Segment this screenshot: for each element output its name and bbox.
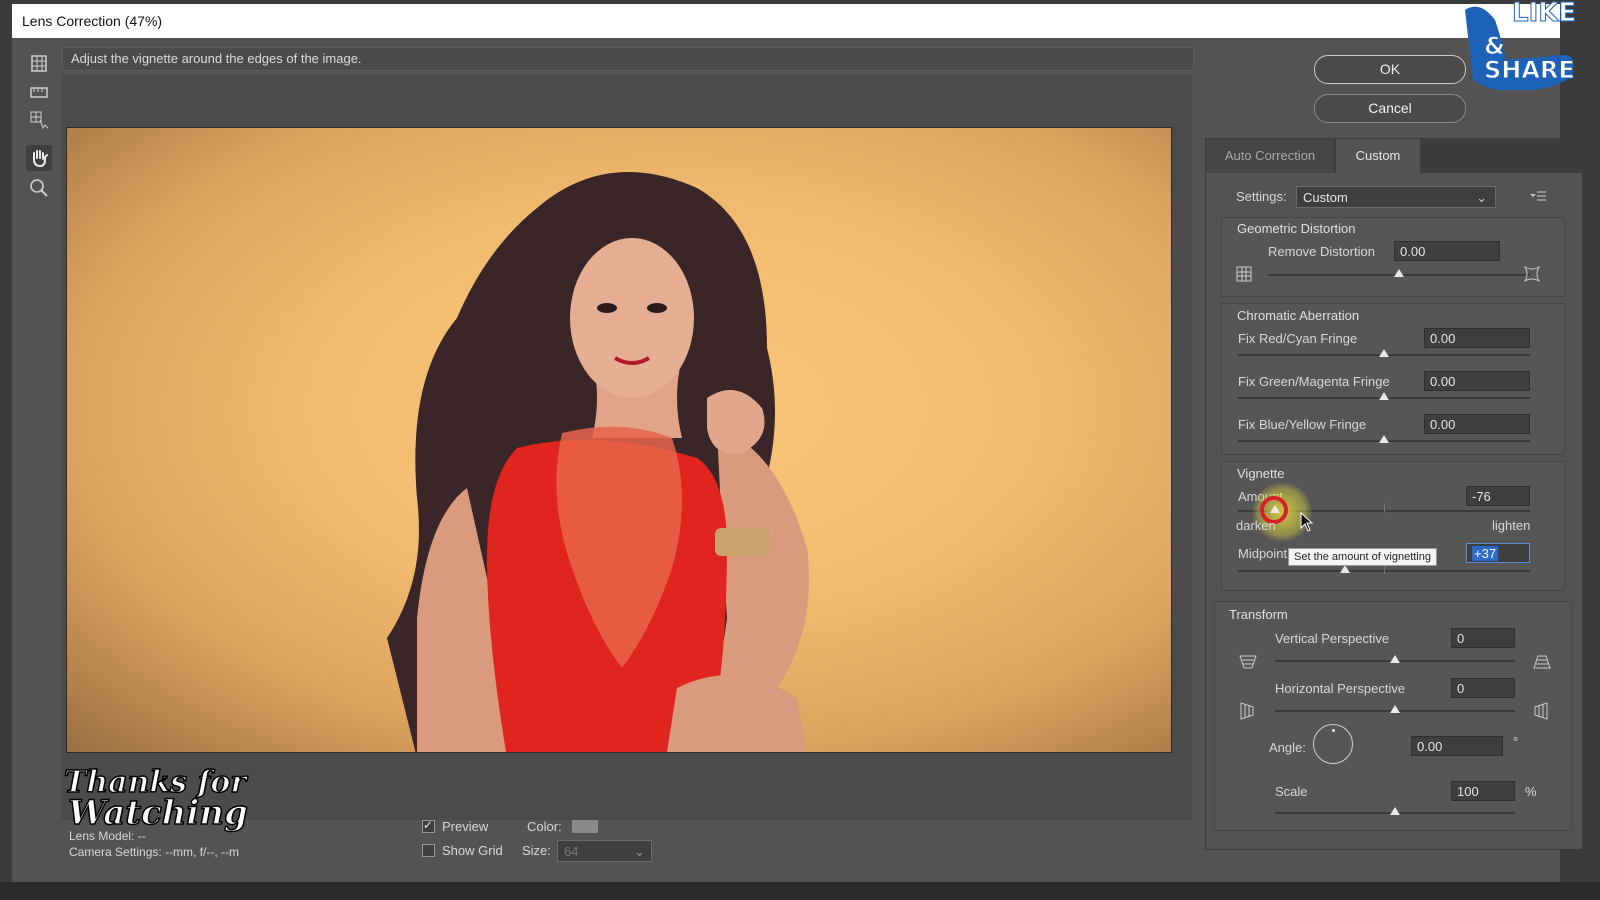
vignette-title: Vignette [1237, 466, 1285, 481]
chromatic-aberration-title: Chromatic Aberration [1237, 308, 1360, 323]
show-grid-label: Show Grid [442, 843, 503, 858]
tab-auto-correction[interactable]: Auto Correction [1206, 139, 1334, 173]
remove-distortion-icon[interactable] [26, 51, 52, 77]
horizontal-perspective-label: Horizontal Perspective [1275, 681, 1406, 696]
hand-icon[interactable] [26, 145, 52, 171]
show-grid-checkbox[interactable] [422, 844, 435, 857]
grid-size-label: Size: [522, 843, 551, 858]
pincushion-icon [1236, 266, 1252, 282]
remove-distortion-thumb[interactable] [1394, 269, 1404, 277]
settings-menu-icon[interactable] [1528, 188, 1548, 204]
barrel-icon [1523, 265, 1541, 283]
mouse-pointer-icon [1300, 511, 1314, 532]
angle-field[interactable]: 0.00 [1411, 736, 1503, 756]
grid-color-label: Color: [527, 819, 562, 834]
like-text: LIKE [1511, 0, 1577, 28]
tool-palette [20, 45, 58, 865]
horizontal-perspective-right-icon [1533, 702, 1549, 720]
status-strip [0, 882, 1600, 900]
vignette-group: Vignette Amount -76 darken lighten Midpo… [1221, 461, 1565, 591]
remove-distortion-label: Remove Distortion [1268, 244, 1375, 259]
fix-red-cyan-thumb[interactable] [1379, 349, 1389, 357]
preview-label: Preview [442, 819, 489, 834]
grid-size-value: 64 [564, 844, 579, 859]
geometric-distortion-group: Geometric Distortion Remove Distortion 0… [1221, 217, 1565, 297]
vignette-amount-center-tick [1384, 503, 1385, 513]
fix-red-cyan-label: Fix Red/Cyan Fringe [1238, 331, 1358, 346]
vertical-perspective-right-icon [1533, 654, 1551, 670]
window-title: Lens Correction (47%) [22, 13, 163, 29]
fix-green-magenta-thumb[interactable] [1379, 392, 1389, 400]
transform-title: Transform [1229, 607, 1288, 622]
grid-size-dropdown[interactable]: 64 ⌄ [557, 840, 652, 862]
vignette-midpoint-label: Midpoint [1238, 546, 1288, 561]
chromatic-aberration-group: Chromatic Aberration Fix Red/Cyan Fringe… [1221, 303, 1565, 455]
scale-label: Scale [1275, 784, 1308, 799]
window-titlebar: Lens Correction (47%) [12, 4, 1560, 38]
vignette-midpoint-field[interactable]: +37 [1466, 543, 1530, 563]
geometric-distortion-title: Geometric Distortion [1237, 221, 1356, 236]
preview-image[interactable] [66, 127, 1172, 753]
settings-label: Settings: [1236, 189, 1287, 204]
horizontal-perspective-left-icon [1239, 702, 1255, 720]
grid-color-swatch[interactable] [572, 820, 598, 833]
transform-group: Transform Vertical Perspective 0 Horizon… [1214, 601, 1572, 831]
chevron-down-icon: ⌄ [634, 844, 645, 859]
zoom-icon[interactable] [26, 175, 52, 201]
fix-green-magenta-field[interactable]: 0.00 [1424, 371, 1530, 391]
vertical-perspective-thumb[interactable] [1390, 655, 1400, 663]
hint-text: Adjust the vignette around the edges of … [71, 51, 362, 66]
fix-blue-yellow-label: Fix Blue/Yellow Fringe [1238, 417, 1367, 432]
ok-button[interactable]: OK [1314, 55, 1466, 84]
remove-distortion-field[interactable]: 0.00 [1394, 241, 1500, 261]
fix-blue-yellow-field[interactable]: 0.00 [1424, 414, 1530, 434]
move-grid-icon[interactable] [26, 107, 52, 133]
thanks-watermark: Thanks for Watching [62, 767, 252, 850]
vignette-lighten-label: lighten [1492, 518, 1531, 533]
vignette-midpoint-thumb[interactable] [1340, 565, 1350, 573]
vignette-tooltip: Set the amount of vignetting [1288, 548, 1437, 566]
settings-dropdown[interactable]: Custom ⌄ [1296, 186, 1496, 208]
vignette-amount-thumb[interactable] [1270, 505, 1280, 513]
hint-bar: Adjust the vignette around the edges of … [62, 47, 1194, 71]
chevron-down-icon: ⌄ [1476, 190, 1487, 205]
scale-field[interactable]: 100 [1451, 781, 1515, 801]
scale-unit: % [1525, 784, 1537, 799]
custom-tab-body: Settings: Custom ⌄ Geometric Distortion … [1206, 173, 1582, 849]
angle-dial[interactable] [1313, 724, 1353, 764]
angle-label: Angle: [1269, 740, 1306, 755]
scale-thumb[interactable] [1390, 807, 1400, 815]
vignette-darken-label: darken [1236, 518, 1276, 533]
fix-blue-yellow-thumb[interactable] [1379, 435, 1389, 443]
vignette-midpoint-value: +37 [1472, 546, 1499, 561]
vertical-perspective-label: Vertical Perspective [1275, 631, 1390, 646]
vertical-perspective-field[interactable]: 0 [1451, 628, 1515, 648]
tab-custom[interactable]: Custom [1336, 139, 1420, 173]
correction-panel: Auto Correction Custom Settings: Custom … [1205, 138, 1583, 850]
like-share-badge: LIKE & SHARE [1460, 0, 1580, 90]
share-text: & SHARE [1484, 32, 1576, 84]
portrait-illustration [387, 172, 809, 752]
angle-unit: ° [1513, 734, 1519, 749]
fix-red-cyan-field[interactable]: 0.00 [1424, 328, 1530, 348]
fix-green-magenta-label: Fix Green/Magenta Fringe [1238, 374, 1390, 389]
cancel-button[interactable]: Cancel [1314, 94, 1466, 123]
horizontal-perspective-thumb[interactable] [1390, 705, 1400, 713]
straighten-icon[interactable] [26, 79, 52, 105]
settings-value: Custom [1303, 190, 1348, 205]
vertical-perspective-left-icon [1239, 654, 1257, 670]
angle-dial-marker [1332, 729, 1335, 732]
vignette-amount-field[interactable]: -76 [1466, 486, 1530, 506]
preview-checkbox[interactable] [422, 818, 435, 833]
thanks-line2: Watching [67, 793, 248, 833]
horizontal-perspective-field[interactable]: 0 [1451, 678, 1515, 698]
